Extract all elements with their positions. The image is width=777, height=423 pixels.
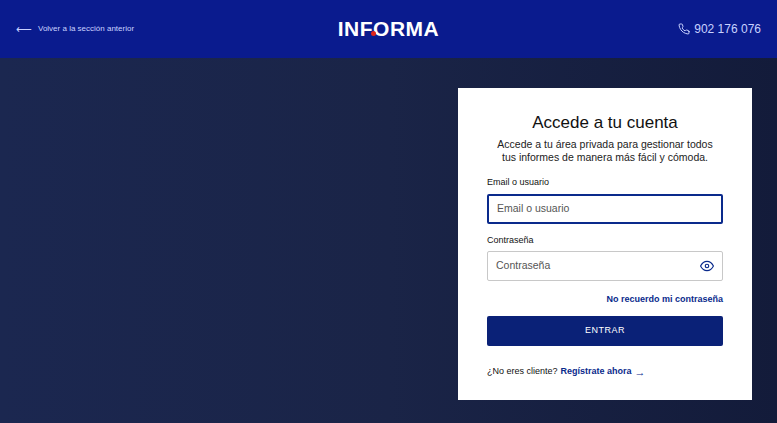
field-label: Contraseña	[487, 234, 723, 248]
logo[interactable]: INFORMA	[338, 13, 440, 45]
login-subtitle: Accede a tu área privada para gestionar …	[487, 138, 723, 164]
phone[interactable]: 902 176 076	[561, 20, 761, 38]
eye-icon[interactable]	[700, 259, 714, 273]
phone-icon	[678, 23, 690, 35]
signup-link[interactable]: Regístrate ahora→	[561, 364, 646, 381]
top-bar: ⟵Volver a la sección anterior INFORMA 902 …	[0, 0, 777, 58]
logo-accent-icon	[371, 31, 376, 36]
arrow-icon: →	[635, 364, 646, 381]
field-placeholder: Contraseña	[496, 258, 550, 274]
photo-background: Accede a tu cuenta Accede a tu área priva…	[0, 58, 777, 423]
login-card: Accede a tu cuenta Accede a tu área priva…	[458, 88, 752, 400]
field-input[interactable]: Contraseña	[487, 251, 723, 281]
field-label: Email o usuario	[487, 176, 723, 190]
form-field: Email o usuario Email o usuario	[487, 176, 723, 224]
field-placeholder: Email o usuario	[497, 201, 569, 217]
submit-button[interactable]: ENTRAR	[487, 316, 723, 346]
signup-row: ¿No eres cliente?Regístrate ahora→	[487, 364, 723, 381]
back-arrow-icon: ⟵	[16, 21, 32, 38]
form-field: Contraseña Contraseña	[487, 234, 723, 282]
login-title: Accede a tu cuenta	[487, 112, 723, 134]
field-input[interactable]: Email o usuario	[487, 194, 723, 224]
forgot-password-link[interactable]: No recuerdo mi contraseña	[606, 293, 723, 307]
back-link[interactable]: ⟵Volver a la sección anterior	[16, 21, 216, 38]
login-page: ⟵Volver a la sección anterior INFORMA 902 …	[0, 0, 777, 423]
